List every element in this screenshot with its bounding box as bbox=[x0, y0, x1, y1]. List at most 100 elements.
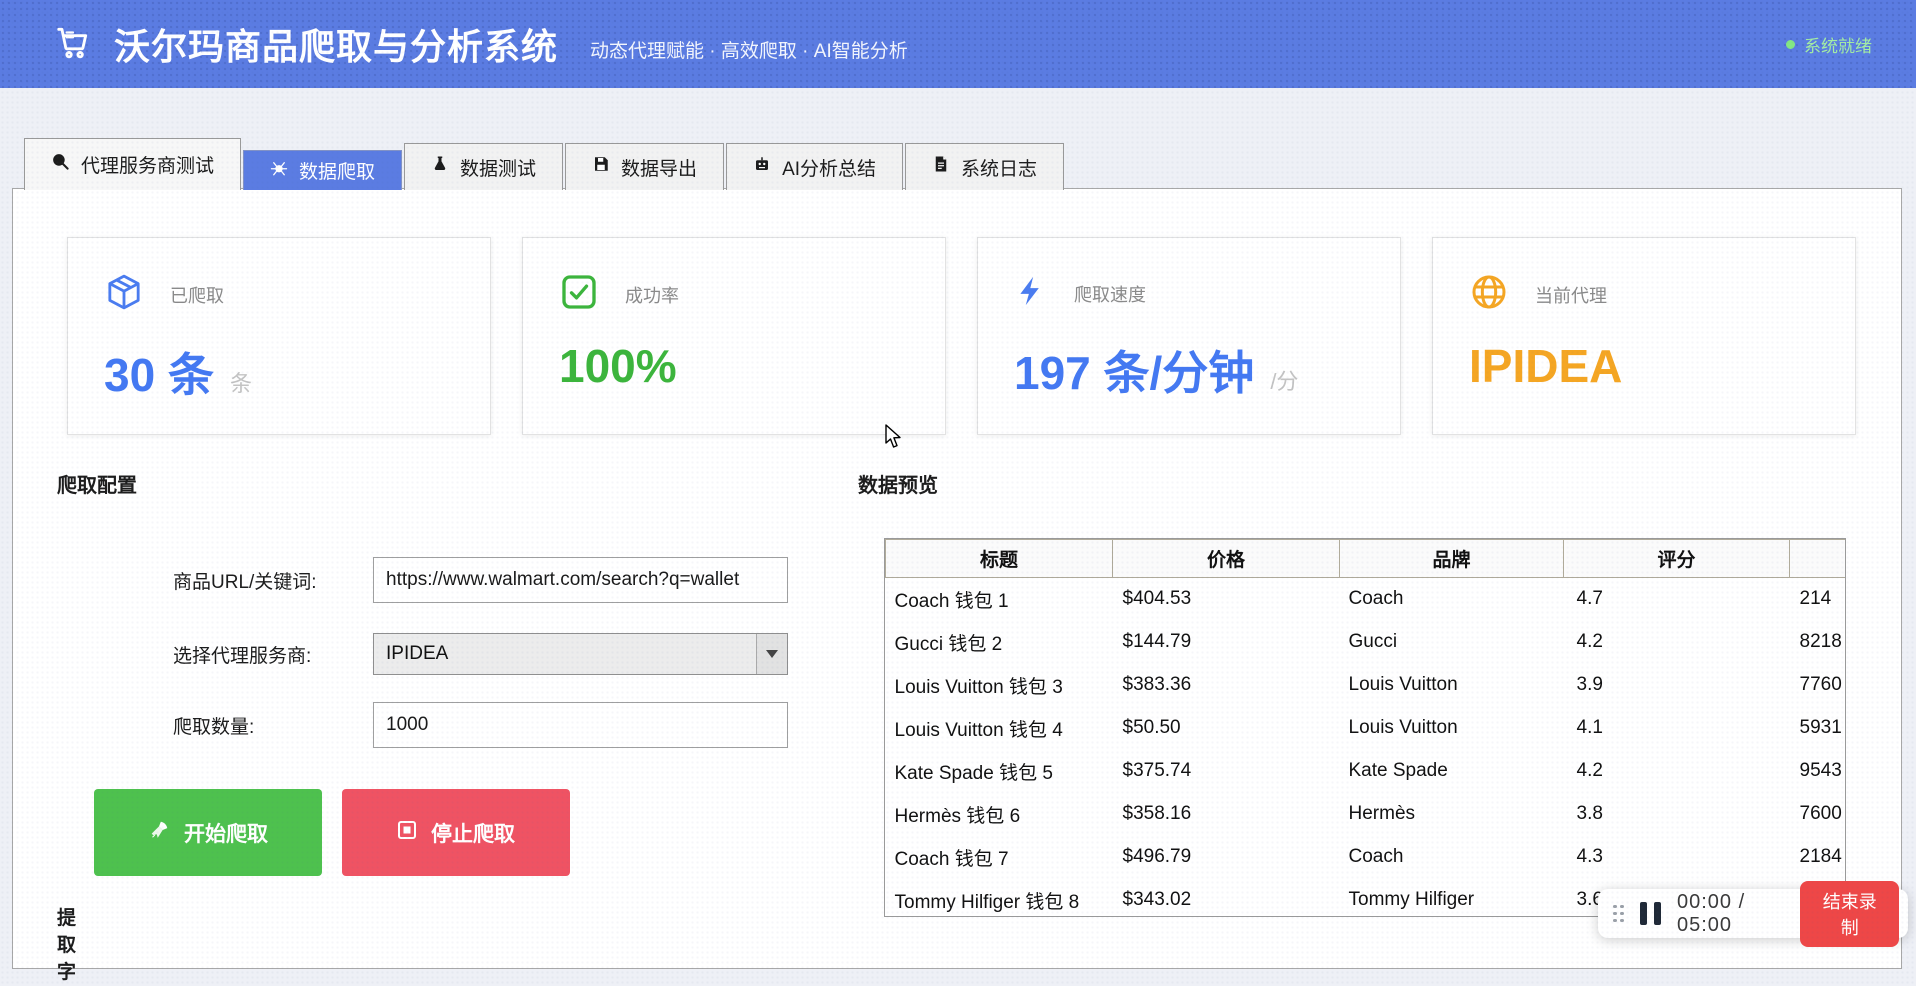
table-cell: Louis Vuitton bbox=[1339, 663, 1564, 707]
data-preview-table: 标题 价格 品牌 评分 Coach 钱包 1 $404.53 Coach 4.7 214 Guc… bbox=[884, 538, 1846, 917]
tab-data-test[interactable]: 数据测试 bbox=[404, 143, 564, 190]
table-cell: 2184 bbox=[1789, 835, 1845, 879]
cart-icon bbox=[52, 23, 94, 66]
page-subtitle: 动态代理赋能 · 高效爬取 · AI智能分析 bbox=[590, 40, 908, 62]
recording-toolbar: 00:00 / 05:00 结束录制 bbox=[1598, 880, 1908, 947]
stat-card-speed: 爬取速度 197 条/分钟 /分 bbox=[977, 237, 1401, 435]
stat-card-current-proxy: 当前代理 IPIDEA bbox=[1432, 237, 1856, 435]
table-cell: $383.36 bbox=[1112, 663, 1340, 707]
start-crawl-button[interactable]: 开始爬取 bbox=[94, 789, 322, 876]
table-row[interactable]: Hermès 钱包 6 $358.16 Hermès 3.8 7600 bbox=[885, 792, 1845, 836]
stat-label: 已爬取 bbox=[170, 285, 224, 306]
drag-handle-icon[interactable] bbox=[1613, 904, 1624, 923]
ghost-text: /分 bbox=[1270, 369, 1299, 394]
recording-time: 00:00 / 05:00 bbox=[1677, 890, 1746, 936]
tab-data-export[interactable]: 数据导出 bbox=[565, 143, 725, 190]
table-cell: 5931 bbox=[1789, 706, 1845, 750]
end-recording-button[interactable]: 结束录制 bbox=[1800, 880, 1899, 947]
tab-system-log[interactable]: 系统日志 bbox=[905, 143, 1065, 190]
flask-icon bbox=[431, 155, 449, 179]
magnifier-icon bbox=[51, 152, 70, 177]
stat-value: 197 条/分钟 /分 bbox=[1014, 347, 1299, 399]
table-cell: 3.9 bbox=[1563, 663, 1790, 707]
app-header: 沃尔玛商品爬取与分析系统 动态代理赋能 · 高效爬取 · AI智能分析 系统就绪 bbox=[0, 0, 1916, 88]
stat-card-scraped: 已爬取 30 条 条 bbox=[67, 237, 491, 435]
table-cell: 7600 bbox=[1789, 792, 1845, 836]
ghost-text: 条 bbox=[229, 371, 252, 396]
table-cell: Louis Vuitton bbox=[1339, 706, 1564, 750]
table-cell: $343.02 bbox=[1112, 878, 1340, 916]
table-cell: $358.16 bbox=[1112, 792, 1340, 836]
table-cell: $404.53 bbox=[1112, 577, 1340, 621]
stat-label: 爬取速度 bbox=[1074, 284, 1146, 305]
stat-label: 当前代理 bbox=[1535, 285, 1607, 306]
table-row[interactable]: Kate Spade 钱包 5 $375.74 Kate Spade 4.2 9543 bbox=[885, 749, 1845, 793]
table-cell: Hermès bbox=[1339, 792, 1564, 836]
table-cell: 8218 bbox=[1789, 620, 1845, 664]
table-cell: 4.2 bbox=[1563, 749, 1790, 793]
table-cell: 4.1 bbox=[1563, 706, 1790, 750]
proxy-select[interactable]: IPIDEA bbox=[373, 633, 788, 675]
status-dot-icon bbox=[1786, 39, 1795, 49]
stat-value: IPIDEA bbox=[1469, 340, 1623, 392]
table-cell: Tommy Hilfiger bbox=[1339, 878, 1564, 916]
table-cell: 4.7 bbox=[1563, 577, 1790, 621]
table-row[interactable]: Coach 钱包 1 $404.53 Coach 4.7 214 bbox=[885, 577, 1845, 621]
column-header[interactable]: 评分 bbox=[1563, 539, 1790, 578]
mouse-cursor bbox=[884, 424, 908, 455]
app-window: 沃尔玛商品爬取与分析系统 动态代理赋能 · 高效爬取 · AI智能分析 系统就绪… bbox=[0, 0, 1916, 986]
table-cell: Coach 钱包 7 bbox=[885, 835, 1113, 879]
package-icon bbox=[104, 272, 144, 317]
tab-bar: 代理服务商测试 数据爬取 数据测试 数据导出 AI分析总结 系统日志 bbox=[24, 138, 1065, 190]
stat-label: 成功率 bbox=[625, 285, 679, 306]
proxy-select-value: IPIDEA bbox=[386, 643, 449, 664]
table-cell: Hermès 钱包 6 bbox=[885, 792, 1113, 836]
stat-cards: 已爬取 30 条 条 成功率 100% 爬取速度 197 条/分钟 /分 当前代… bbox=[67, 237, 1856, 435]
preview-heading: 数据预览 bbox=[858, 475, 938, 497]
page-title: 沃尔玛商品爬取与分析系统 bbox=[114, 26, 559, 67]
table-cell: 3.8 bbox=[1563, 792, 1790, 836]
stat-value: 30 条 条 bbox=[104, 349, 252, 401]
column-header[interactable]: 标题 bbox=[885, 539, 1113, 578]
stat-value: 100% bbox=[559, 340, 677, 392]
table-cell: Coach 钱包 1 bbox=[885, 577, 1113, 621]
table-row[interactable]: Louis Vuitton 钱包 3 $383.36 Louis Vuitton 3.… bbox=[885, 663, 1845, 707]
pause-icon[interactable] bbox=[1640, 902, 1661, 925]
stop-crawl-button[interactable]: 停止爬取 bbox=[342, 789, 570, 876]
table-cell: Tommy Hilfiger 钱包 8 bbox=[885, 878, 1113, 916]
tab-proxy-test[interactable]: 代理服务商测试 bbox=[24, 138, 242, 190]
stat-card-success-rate: 成功率 100% bbox=[522, 237, 946, 435]
table-row[interactable]: Gucci 钱包 2 $144.79 Gucci 4.2 8218 bbox=[885, 620, 1845, 664]
tab-ai-summary[interactable]: AI分析总结 bbox=[726, 143, 904, 190]
extract-fields-label: 提取字段: bbox=[57, 908, 77, 983]
url-input[interactable] bbox=[373, 557, 788, 603]
config-heading: 爬取配置 bbox=[57, 475, 137, 497]
table-cell: 9543 bbox=[1789, 749, 1845, 793]
table-cell: 214 bbox=[1789, 577, 1845, 621]
globe-icon bbox=[1469, 272, 1509, 317]
tab-data-scrape[interactable]: 数据爬取 bbox=[243, 150, 403, 190]
table-cell: $375.74 bbox=[1112, 749, 1340, 793]
column-header[interactable]: 价格 bbox=[1112, 539, 1340, 578]
stop-icon bbox=[397, 820, 417, 846]
table-cell: Kate Spade 钱包 5 bbox=[885, 749, 1113, 793]
table-cell: $496.79 bbox=[1112, 835, 1340, 879]
column-header[interactable] bbox=[1789, 539, 1845, 578]
table-row[interactable]: Louis Vuitton 钱包 4 $50.50 Louis Vuitton 4.1… bbox=[885, 706, 1845, 750]
table-cell: $50.50 bbox=[1112, 706, 1340, 750]
rocket-icon bbox=[148, 819, 170, 847]
count-input[interactable] bbox=[373, 702, 788, 748]
column-header[interactable]: 品牌 bbox=[1339, 539, 1564, 578]
table-header-row: 标题 价格 品牌 评分 bbox=[885, 539, 1845, 578]
content-pane: 已爬取 30 条 条 成功率 100% 爬取速度 197 条/分钟 /分 当前代… bbox=[12, 188, 1902, 983]
table-row[interactable]: Coach 钱包 7 $496.79 Coach 4.3 2184 bbox=[885, 835, 1845, 879]
dropdown-button[interactable] bbox=[756, 634, 787, 674]
spider-icon bbox=[270, 159, 288, 183]
url-field-label: 商品URL/关键词: bbox=[173, 571, 317, 593]
count-field-label: 爬取数量: bbox=[173, 716, 255, 738]
table-cell: 4.3 bbox=[1563, 835, 1790, 879]
table-cell: Gucci bbox=[1339, 620, 1564, 664]
table-cell: $144.79 bbox=[1112, 620, 1340, 664]
table-cell: Coach bbox=[1339, 577, 1564, 621]
status-badge: 系统就绪 bbox=[1786, 0, 1872, 88]
